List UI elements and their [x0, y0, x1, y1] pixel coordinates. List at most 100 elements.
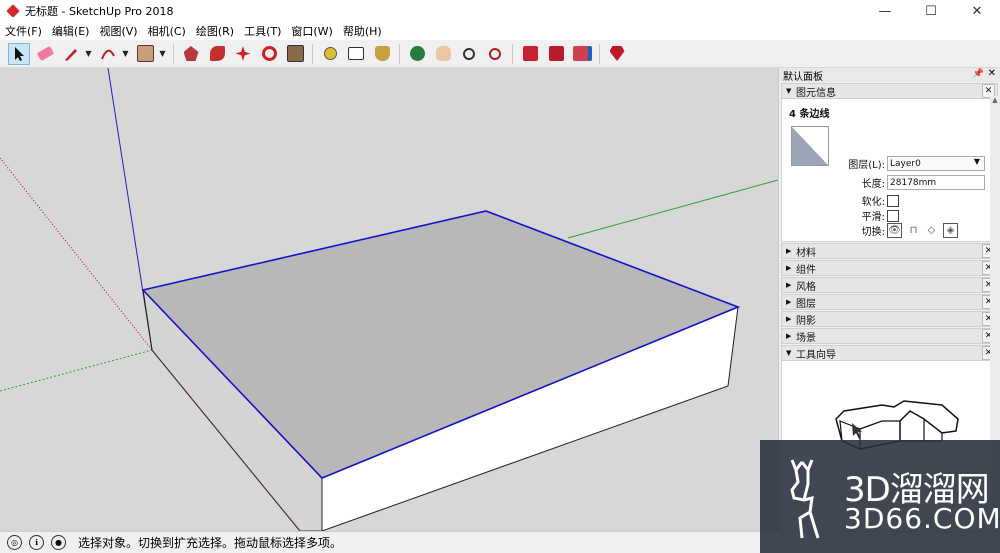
expanded-arrow-icon: ▼: [786, 87, 792, 95]
length-field[interactable]: 28178mm: [887, 175, 985, 190]
toolbar-separator: [173, 43, 174, 64]
scale-icon: [286, 45, 304, 62]
layer-label: 图层(L):: [848, 160, 885, 171]
pencil-dropdown[interactable]: ▼: [84, 43, 93, 65]
send-to-layout-icon: [572, 46, 592, 61]
smooth-label: 平滑:: [861, 212, 885, 223]
eraser-tool-button[interactable]: [34, 43, 56, 65]
tray-label: 图元信息: [796, 87, 836, 99]
rectangle-icon: [136, 45, 154, 62]
menu-camera[interactable]: 相机(C): [143, 23, 191, 39]
close-window-button[interactable]: ✕: [954, 0, 1000, 22]
tray-label: 图层: [796, 298, 816, 310]
pan-tool-button[interactable]: [432, 43, 454, 65]
window-title: 无标题 - SketchUp Pro 2018: [25, 5, 174, 18]
receive-shadow-icon[interactable]: ◈: [943, 223, 958, 238]
selection-summary: 4 条边线: [789, 109, 830, 120]
zoom-extents-tool-button[interactable]: [484, 43, 506, 65]
layer-value: Layer0: [890, 158, 921, 169]
pin-icon[interactable]: 📌: [973, 69, 984, 79]
menu-tools[interactable]: 工具(T): [239, 23, 286, 39]
status-message: 选择对象。切换到扩充选择。拖动鼠标选择多项。: [78, 536, 343, 550]
extension-warehouse-button[interactable]: [545, 43, 567, 65]
toolbar-separator: [312, 43, 313, 64]
tray-materials[interactable]: ▶ 材料 ✕: [781, 243, 998, 259]
eraser-icon: [36, 45, 54, 62]
visibility-eye-icon[interactable]: 👁: [887, 223, 902, 238]
select-tool-button[interactable]: [8, 42, 30, 65]
tray-shadows[interactable]: ▶ 阴影 ✕: [781, 311, 998, 327]
zoom-tool-button[interactable]: [458, 43, 480, 65]
tray-styles[interactable]: ▶ 风格 ✕: [781, 277, 998, 293]
orbit-icon: [409, 46, 425, 61]
menu-file[interactable]: 文件(F): [0, 23, 47, 39]
3d-warehouse-icon: [522, 46, 538, 61]
collapsed-arrow-icon: ▶: [786, 264, 792, 272]
menu-draw[interactable]: 绘图(R): [191, 23, 239, 39]
move-tool-button[interactable]: [232, 43, 254, 65]
tape-measure-tool-button[interactable]: [319, 43, 341, 65]
toolbar-separator: [599, 43, 600, 64]
follow-me-tool-button[interactable]: [206, 43, 228, 65]
geo-location-icon[interactable]: ◎: [7, 535, 22, 550]
tray-instructor[interactable]: ▼ 工具向导 ✕: [781, 345, 998, 361]
send-to-layout-button[interactable]: [571, 43, 593, 65]
menu-window[interactable]: 窗口(W): [286, 23, 337, 39]
shape-dropdown[interactable]: ▼: [158, 43, 167, 65]
push-pull-tool-button[interactable]: [180, 43, 202, 65]
menu-edit[interactable]: 编辑(E): [47, 23, 95, 39]
tray-entity-info[interactable]: ▼ 图元信息 ✕: [781, 83, 998, 99]
collapsed-arrow-icon: ▶: [786, 298, 792, 306]
tray-components[interactable]: ▶ 组件 ✕: [781, 260, 998, 276]
shape-tool-button[interactable]: [134, 43, 156, 65]
rotate-tool-button[interactable]: [258, 43, 280, 65]
follow-me-icon: [209, 46, 225, 61]
layer-select[interactable]: Layer0 ▼: [887, 156, 985, 171]
smooth-checkbox[interactable]: [887, 209, 899, 222]
green-axis: [567, 179, 778, 239]
smooth-row: 平滑:: [842, 208, 899, 223]
tray-label: 阴影: [796, 315, 816, 327]
soften-checkbox[interactable]: [887, 194, 899, 207]
menu-help[interactable]: 帮助(H): [338, 23, 387, 39]
maximize-button[interactable]: ☐: [908, 0, 954, 22]
soften-label: 软化:: [861, 197, 885, 208]
tray-label: 风格: [796, 281, 816, 293]
pencil-icon: [65, 48, 77, 61]
arc-dropdown[interactable]: ▼: [121, 43, 130, 65]
chevron-down-icon: ▼: [973, 157, 980, 166]
pencil-tool-button[interactable]: [60, 43, 82, 65]
scroll-up-icon[interactable]: ▲: [990, 96, 1000, 104]
entity-info-body: 4 条边线 图层(L): Layer0 ▼ 长度: 28178mm 软化: 平滑…: [781, 99, 998, 242]
scale-tool-button[interactable]: [284, 43, 306, 65]
modeling-viewport[interactable]: [0, 68, 778, 531]
user-account-icon[interactable]: ●: [51, 535, 66, 550]
extension-warehouse-icon: [548, 46, 564, 61]
arc-tool-button[interactable]: [97, 43, 119, 65]
watermark-domain: 3D66.COM: [844, 502, 1000, 535]
scene-canvas[interactable]: [0, 68, 778, 531]
toggles-row: 切换: 👁 ⊓ ◇ ◈: [842, 223, 963, 238]
green-axis-hidden: [0, 349, 153, 392]
3d-warehouse-button[interactable]: [519, 43, 541, 65]
title-bar: 无标题 - SketchUp Pro 2018 — ☐ ✕: [0, 0, 1000, 22]
ruby-console-button[interactable]: [606, 43, 628, 65]
menu-view[interactable]: 视图(V): [94, 23, 142, 39]
minimize-button[interactable]: —: [862, 0, 908, 22]
move-icon: [235, 46, 251, 61]
watermark-overlay: 3D溜溜网 3D66.COM: [760, 440, 1000, 553]
cast-shadow-icon[interactable]: ◇: [925, 224, 938, 237]
credits-info-icon[interactable]: ℹ: [29, 535, 44, 550]
orbit-tool-button[interactable]: [406, 43, 428, 65]
default-material-icon: [792, 127, 828, 165]
tray-layers[interactable]: ▶ 图层 ✕: [781, 294, 998, 310]
tray-scenes[interactable]: ▶ 场景 ✕: [781, 328, 998, 344]
text-icon: [348, 47, 364, 60]
panel-close-icon[interactable]: ✕: [988, 68, 996, 79]
material-swatch[interactable]: [791, 126, 829, 166]
lock-icon[interactable]: ⊓: [907, 224, 920, 237]
paint-bucket-tool-button[interactable]: [371, 43, 393, 65]
text-tool-button[interactable]: [345, 43, 367, 65]
length-row: 长度: 28178mm: [842, 175, 985, 190]
select-arrow-icon: [15, 46, 24, 61]
